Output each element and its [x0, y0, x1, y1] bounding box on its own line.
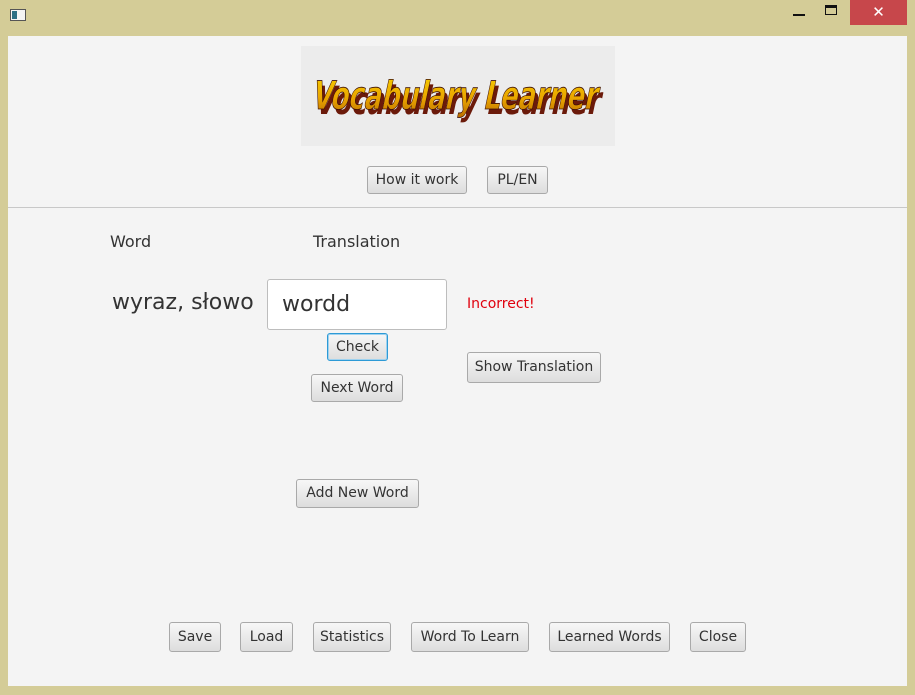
- word-to-learn-button[interactable]: Word To Learn: [411, 622, 529, 652]
- title-bar: ✕: [0, 0, 915, 30]
- show-translation-button[interactable]: Show Translation: [467, 352, 601, 383]
- logo-text: Vocabulary Learner: [309, 73, 604, 118]
- header-separator: [8, 207, 907, 208]
- load-button[interactable]: Load: [240, 622, 293, 652]
- next-word-button[interactable]: Next Word: [311, 374, 403, 402]
- result-message: Incorrect!: [467, 296, 535, 312]
- close-icon: ✕: [872, 3, 885, 21]
- logo-graphic: Vocabulary Learner Vocabulary Learner: [308, 73, 606, 124]
- main-content: Vocabulary Learner Vocabulary Learner Ho…: [8, 36, 907, 686]
- check-button[interactable]: Check: [327, 333, 388, 361]
- logo: Vocabulary Learner Vocabulary Learner: [301, 46, 615, 146]
- translation-column-label: Translation: [313, 232, 401, 251]
- minimize-button[interactable]: [785, 0, 815, 24]
- close-window-button[interactable]: ✕: [850, 0, 907, 25]
- maximize-button[interactable]: [818, 0, 846, 24]
- how-it-work-button[interactable]: How it work: [367, 166, 467, 194]
- statistics-button[interactable]: Statistics: [313, 622, 391, 652]
- add-new-word-button[interactable]: Add New Word: [296, 479, 419, 508]
- learned-words-button[interactable]: Learned Words: [549, 622, 670, 652]
- word-column-label: Word: [110, 232, 152, 251]
- close-button[interactable]: Close: [690, 622, 746, 652]
- current-word: wyraz, słowo: [112, 290, 254, 315]
- save-button[interactable]: Save: [169, 622, 221, 652]
- app-icon: [10, 9, 26, 21]
- language-toggle-button[interactable]: PL/EN: [487, 166, 548, 194]
- translation-input[interactable]: [267, 279, 447, 330]
